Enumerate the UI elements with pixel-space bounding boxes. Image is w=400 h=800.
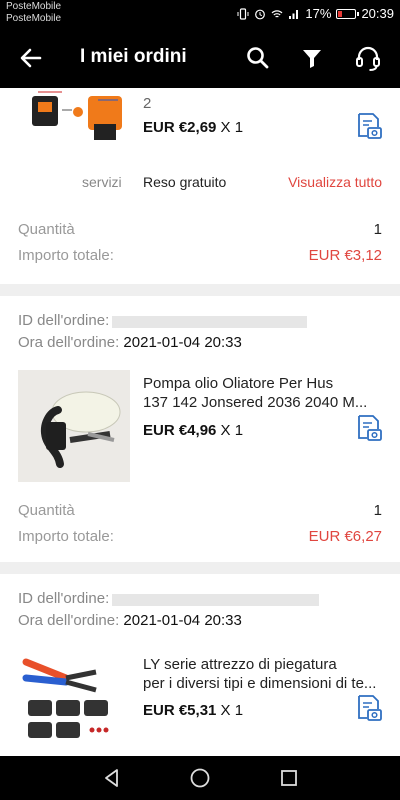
order-id-redacted	[112, 594, 319, 606]
services-value: Reso gratuito	[143, 174, 227, 190]
carrier-labels: PosteMobile PosteMobile	[6, 1, 61, 25]
page-title: I miei ordini	[80, 46, 187, 67]
product-title-line2: 137 142 Jonsered 2036 2040 M...	[143, 394, 368, 411]
product-title-line1: Pompa olio Oliatore Per Hus	[143, 375, 334, 392]
product-image[interactable]	[18, 648, 130, 756]
review-photo-icon[interactable]	[355, 112, 383, 140]
back-arrow-icon[interactable]	[16, 44, 46, 72]
quantity-multiplier: X 1	[220, 119, 244, 136]
order-id-redacted	[112, 316, 307, 328]
quantity-label: Quantità	[18, 502, 75, 519]
nav-home-icon[interactable]	[188, 766, 212, 790]
price-value: EUR €5,31	[143, 702, 217, 719]
product-image[interactable]	[18, 88, 130, 156]
battery-percent: 17%	[305, 6, 332, 21]
oil-pump-product-drawing	[18, 370, 130, 482]
carrier-1: PosteMobile	[6, 1, 62, 12]
app-bar: I miei ordini	[0, 28, 400, 88]
order-time-row: Ora dell'ordine: 2021-01-04 20:33	[18, 334, 242, 351]
order-id-label: ID dell'ordine:	[18, 590, 110, 607]
alarm-icon	[255, 9, 266, 19]
crimping-tool-product-drawing	[22, 658, 109, 738]
status-bar: PosteMobile PosteMobile 17% 20:39	[0, 0, 400, 28]
quantity-multiplier: X 1	[220, 422, 244, 439]
total-value: EUR €6,27	[308, 528, 382, 545]
system-nav-bar	[0, 756, 400, 800]
product-title-line1: LY serie attrezzo di piegatura	[143, 656, 337, 673]
order-time-value: 2021-01-04 20:33	[123, 334, 242, 351]
services-label: servizi	[82, 174, 122, 190]
product-title[interactable]: 2	[143, 94, 151, 113]
vibrate-icon	[237, 7, 249, 20]
product-title[interactable]: LY serie attrezzo di piegatura per i div…	[143, 655, 376, 693]
quantity-label: Quantità	[18, 221, 75, 238]
wifi-icon	[271, 9, 283, 17]
quantity-value: 1	[373, 221, 382, 238]
battery-icon	[336, 8, 360, 19]
review-photo-icon[interactable]	[355, 694, 383, 722]
product-title-line2: per i diversi tipi e dimensioni di te...	[143, 675, 377, 692]
nav-back-icon[interactable]	[100, 766, 124, 790]
total-label: Importo totale:	[18, 528, 114, 545]
nav-recents-icon[interactable]	[277, 766, 301, 790]
price-value: EUR €2,69	[143, 119, 217, 136]
order-id-row: ID dell'ordine:	[18, 590, 109, 607]
order-card: 2 EUR €2,69 X 1 servizi Reso gratuito Vi…	[0, 88, 400, 284]
price-value: EUR €4,96	[143, 422, 217, 439]
order-id-label: ID dell'ordine:	[18, 312, 110, 329]
carrier-2: PosteMobile	[6, 13, 62, 24]
clock: 20:39	[361, 6, 394, 21]
order-time-value: 2021-01-04 20:33	[123, 612, 242, 629]
review-photo-icon[interactable]	[355, 414, 383, 442]
total-label: Importo totale:	[18, 247, 114, 264]
quantity-multiplier: X 1	[220, 702, 244, 719]
order-card: ID dell'ordine: Ora dell'ordine: 2021-01…	[0, 296, 400, 562]
switch-product-drawing	[32, 91, 122, 140]
total-value: EUR €3,12	[308, 247, 382, 264]
signal-icon	[289, 9, 299, 19]
quantity-value: 1	[373, 502, 382, 519]
orders-list[interactable]: 2 EUR €2,69 X 1 servizi Reso gratuito Vi…	[0, 88, 400, 756]
headset-icon[interactable]	[353, 43, 383, 73]
product-price: EUR €2,69 X 1	[143, 119, 243, 136]
filter-icon[interactable]	[297, 43, 327, 73]
order-time-label: Ora dell'ordine:	[18, 334, 120, 351]
order-card: ID dell'ordine: Ora dell'ordine: 2021-01…	[0, 574, 400, 756]
product-price: EUR €5,31 X 1	[143, 702, 243, 719]
order-time-label: Ora dell'ordine:	[18, 612, 120, 629]
product-title[interactable]: Pompa olio Oliatore Per Hus 137 142 Jons…	[143, 374, 367, 412]
status-indicators: 17% 20:39	[237, 6, 394, 21]
product-image[interactable]	[18, 370, 130, 482]
order-time-row: Ora dell'ordine: 2021-01-04 20:33	[18, 612, 242, 629]
product-price: EUR €4,96 X 1	[143, 422, 243, 439]
order-id-row: ID dell'ordine:	[18, 312, 109, 329]
show-all-link[interactable]: Visualizza tutto	[288, 174, 382, 190]
search-icon[interactable]	[243, 43, 273, 73]
